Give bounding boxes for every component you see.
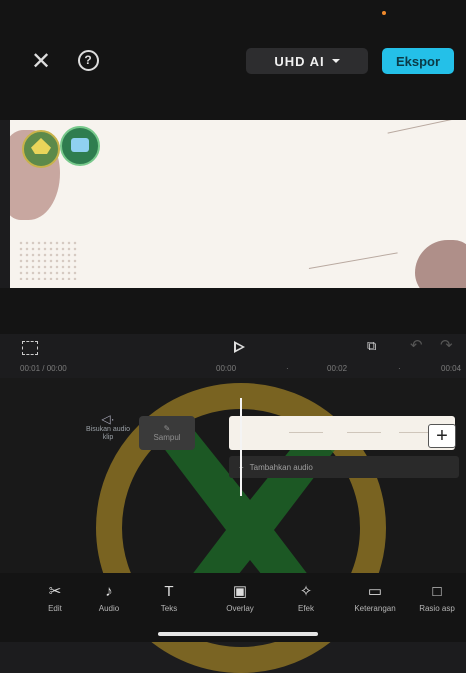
quality-label: UHD AI [274,53,325,69]
tool-label: Audio [98,604,120,613]
leaf-decoration [387,120,463,163]
total-time: 00:00 [46,364,67,373]
tool-captions[interactable]: ▭ Keterangan [343,583,407,613]
help-icon[interactable]: ? [76,48,100,72]
fullscreen-icon[interactable] [22,341,38,355]
tool-audio[interactable]: ♪ Audio [77,583,141,613]
aspect-ratio-icon: □ [432,583,442,600]
redo-icon[interactable]: ↷ [440,336,453,354]
text-icon: T [164,583,174,600]
tool-label: Teks [160,604,178,613]
play-icon[interactable] [234,341,245,353]
undo-icon[interactable]: ↶ [410,336,423,354]
tool-overlay[interactable]: ▣ Overlay [208,583,272,613]
add-audio-button[interactable]: + Tambahkan audio [229,456,459,478]
ruler-tick: 00:02 [327,364,348,373]
recording-dot [382,11,386,15]
preview-bottom-area [0,288,466,334]
edit-icon: ✎ [163,424,171,433]
ruler-dot: · [398,364,401,373]
add-clip-button[interactable]: + [428,424,456,448]
ruler-tick: 00:04 [441,364,462,373]
tool-label: Rasio asp [419,604,455,613]
tool-label: Overlay [226,604,254,613]
ruler-tick: 00:00 [216,364,237,373]
music-note-icon: ♪ [105,583,113,600]
time-ruler: 00:01 / 00:00 00:00 · 00:02 · 00:04 [20,364,462,373]
home-indicator[interactable] [158,632,318,636]
school-logo-icon [22,130,60,168]
playhead[interactable] [240,398,242,496]
tool-label: Keterangan [354,604,396,613]
ruler-dot: · [286,364,289,373]
effects-icon: ✧ [299,583,313,600]
quality-dropdown[interactable]: UHD AI [246,48,368,74]
video-clip[interactable] [229,416,455,450]
video-preview[interactable] [10,120,466,288]
overlay-icon: ▣ [232,583,248,600]
keyframe-icon[interactable]: ⧉ [367,338,376,354]
captions-icon: ▭ [367,583,383,600]
cover-button[interactable]: ✎ Sampul [139,416,195,450]
export-button[interactable]: Ekspor [382,48,454,74]
playback-controls [0,334,466,360]
tool-effects[interactable]: ✧ Efek [274,583,338,613]
close-icon[interactable]: ✕ [28,48,54,75]
tool-aspect-ratio[interactable]: □ Rasio asp [408,583,466,613]
tool-text[interactable]: T Teks [137,583,201,613]
decorative-blob [415,240,466,288]
speaker-icon: ◁· [101,412,115,426]
add-audio-label: Tambahkan audio [249,462,313,472]
mute-audio-label: Bisukan audio klip [86,426,130,441]
tool-label: Efek [297,604,314,613]
mute-audio-button[interactable]: ◁· Bisukan audio klip [83,412,133,442]
leaf-decoration [308,252,402,288]
floral-decoration [18,240,78,280]
current-time: 00:01 [20,364,41,373]
madrasah-logo-icon [60,126,100,166]
cover-label: Sampul [153,433,181,442]
caret-down-icon [331,59,340,63]
